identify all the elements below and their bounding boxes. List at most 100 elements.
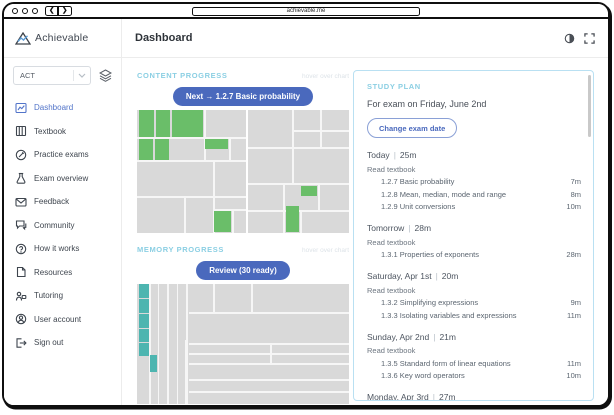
mountain-chart-icon — [15, 32, 31, 45]
day-duration: 20m — [442, 271, 459, 281]
course-layers-icon[interactable] — [99, 69, 112, 82]
study-plan-day-section: Monday, Apr 3rd|27mRead textbook1.3.7 Ar… — [367, 392, 581, 401]
study-plan-day-section: Tomorrow|28m Read textbook 1.3.1 Propertie… — [367, 223, 581, 259]
sidebar-item-exam-overview[interactable]: Exam overview — [4, 167, 121, 191]
browser-chrome: ❮ ❯ achievable.me — [4, 4, 608, 19]
study-plan-day-section: Saturday, Apr 1st|20mRead textbook1.3.2 … — [367, 271, 581, 320]
item-title: 1.3.3 Isolating variables and expression… — [367, 311, 517, 320]
scrollbar-thumb[interactable] — [588, 75, 591, 137]
study-plan-item[interactable]: 1.3.6 Key word operators10m — [367, 371, 581, 380]
sidebar-item-label: Dashboard — [34, 103, 73, 112]
app-header: Achievable Dashboard — [4, 19, 608, 58]
study-plan-item[interactable]: 1.2.7 Basic probability7m — [367, 177, 581, 186]
treemap-cell-line — [270, 343, 272, 364]
forward-icon[interactable]: ❯ — [59, 7, 70, 15]
sidebar-item-tutoring[interactable]: Tutoring — [4, 284, 121, 308]
sidebar: ACT Dashboard TextbookPractice examsExam … — [4, 58, 122, 405]
sidebar-item-label: User account — [34, 315, 81, 324]
sidebar-item-resources[interactable]: Resources — [4, 261, 121, 285]
treemap-cell-teal — [139, 284, 149, 298]
exam-overview-icon — [15, 172, 27, 184]
treemap-cell-line — [283, 185, 285, 233]
sidebar-item-label: Feedback — [34, 197, 69, 206]
brand-name: Achievable — [35, 32, 88, 44]
treemap-cell-line — [229, 138, 231, 160]
theme-toggle-icon[interactable] — [564, 33, 575, 44]
treemap-cell-teal — [139, 299, 149, 313]
treemap-cell-line — [320, 110, 322, 147]
sidebar-item-textbook[interactable]: Textbook — [4, 120, 121, 144]
treemap-cell-line — [137, 160, 246, 162]
treemap-cell-line — [300, 210, 302, 233]
item-title: 1.2.8 Mean, median, mode and range — [367, 190, 506, 199]
task-label: Read textbook — [367, 238, 581, 247]
community-icon — [15, 219, 27, 231]
sidebar-item-sign-out[interactable]: Sign out — [4, 331, 121, 355]
change-exam-date-button[interactable]: Change exam date — [367, 118, 457, 138]
day-label: Saturday, Apr 1st — [367, 271, 432, 281]
item-time: 28m — [566, 250, 581, 259]
treemap-cell-green — [139, 139, 153, 160]
treemap-cell-line — [248, 183, 349, 185]
brand-logo[interactable]: Achievable — [4, 19, 122, 57]
study-plan-item[interactable]: 1.3.3 Isolating variables and expression… — [367, 311, 581, 320]
study-plan-label: STUDY PLAN — [367, 82, 581, 91]
next-lesson-button[interactable]: Next → 1.2.7 Basic probability — [173, 87, 313, 106]
treemap-cell-green — [172, 110, 203, 137]
treemap-cell-teal — [139, 329, 149, 342]
study-plan-item[interactable]: 1.3.2 Simplifying expressions9m — [367, 298, 581, 307]
tutoring-icon — [15, 290, 27, 302]
sidebar-item-feedback[interactable]: Feedback — [4, 190, 121, 214]
back-icon[interactable]: ❮ — [46, 7, 57, 15]
window-control-dot[interactable] — [22, 8, 28, 14]
course-select[interactable]: ACT — [13, 66, 91, 85]
day-separator: | — [404, 223, 414, 233]
course-select-value: ACT — [20, 71, 73, 80]
exam-date-text: For exam on Friday, June 2nd — [367, 99, 581, 109]
memory-progress-label: MEMORY PROGRESS — [137, 245, 224, 254]
treemap-cell-line — [204, 110, 206, 161]
window-control-dot[interactable] — [32, 8, 38, 14]
feedback-icon — [15, 196, 27, 208]
content-progress-label: CONTENT PROGRESS — [137, 71, 227, 80]
study-plan-item[interactable]: 1.2.8 Mean, median, mode and range 8m — [367, 190, 581, 199]
sidebar-item-user-account[interactable]: User account — [4, 308, 121, 332]
day-separator: | — [390, 150, 400, 160]
treemap-cell-line — [318, 185, 320, 210]
day-header: Sunday, Apr 2nd|21m — [367, 332, 581, 342]
sidebar-item-how-it-works[interactable]: How it works — [4, 237, 121, 261]
study-plan-item[interactable]: 1.3.1 Properties of exponents28m — [367, 250, 581, 259]
study-plan-day-section: Sunday, Apr 2nd|21mRead textbook1.3.5 St… — [367, 332, 581, 381]
treemap-cell-line — [189, 343, 349, 345]
item-title: 1.2.9 Unit conversions — [367, 202, 455, 211]
day-header: Today|25m — [367, 150, 581, 160]
memory-progress-treemap[interactable] — [137, 284, 349, 404]
content-progress-treemap[interactable] — [137, 110, 349, 233]
day-duration: 27m — [439, 392, 456, 401]
treemap-cell-green — [286, 206, 299, 232]
day-header: Tomorrow|28m — [367, 223, 581, 233]
day-duration: 25m — [400, 150, 417, 160]
resources-icon — [15, 266, 27, 278]
day-separator: | — [432, 271, 442, 281]
day-duration: 21m — [439, 332, 456, 342]
treemap-cell-teal — [139, 343, 149, 356]
sidebar-item-label: Resources — [34, 268, 72, 277]
study-plan-item[interactable]: 1.2.9 Unit conversions10m — [367, 202, 581, 211]
dashboard-icon — [15, 102, 27, 114]
item-time: 8m — [571, 190, 581, 199]
treemap-cell-teal — [139, 314, 149, 328]
treemap-cell-green — [214, 211, 231, 232]
sidebar-item-community[interactable]: Community — [4, 214, 121, 238]
study-plan-item[interactable]: 1.3.5 Standard form of linear equations1… — [367, 359, 581, 368]
fullscreen-icon[interactable] — [584, 33, 595, 44]
item-time: 7m — [571, 177, 581, 186]
review-button[interactable]: Review (30 ready) — [196, 261, 290, 280]
sidebar-item-dashboard[interactable]: Dashboard — [4, 96, 121, 120]
url-bar[interactable]: achievable.me — [192, 7, 420, 17]
treemap-cell-line — [248, 147, 349, 149]
sidebar-item-practice-exams[interactable]: Practice exams — [4, 143, 121, 167]
window-control-dot[interactable] — [12, 8, 18, 14]
day-duration: 28m — [415, 223, 432, 233]
sign-out-icon — [15, 337, 27, 349]
